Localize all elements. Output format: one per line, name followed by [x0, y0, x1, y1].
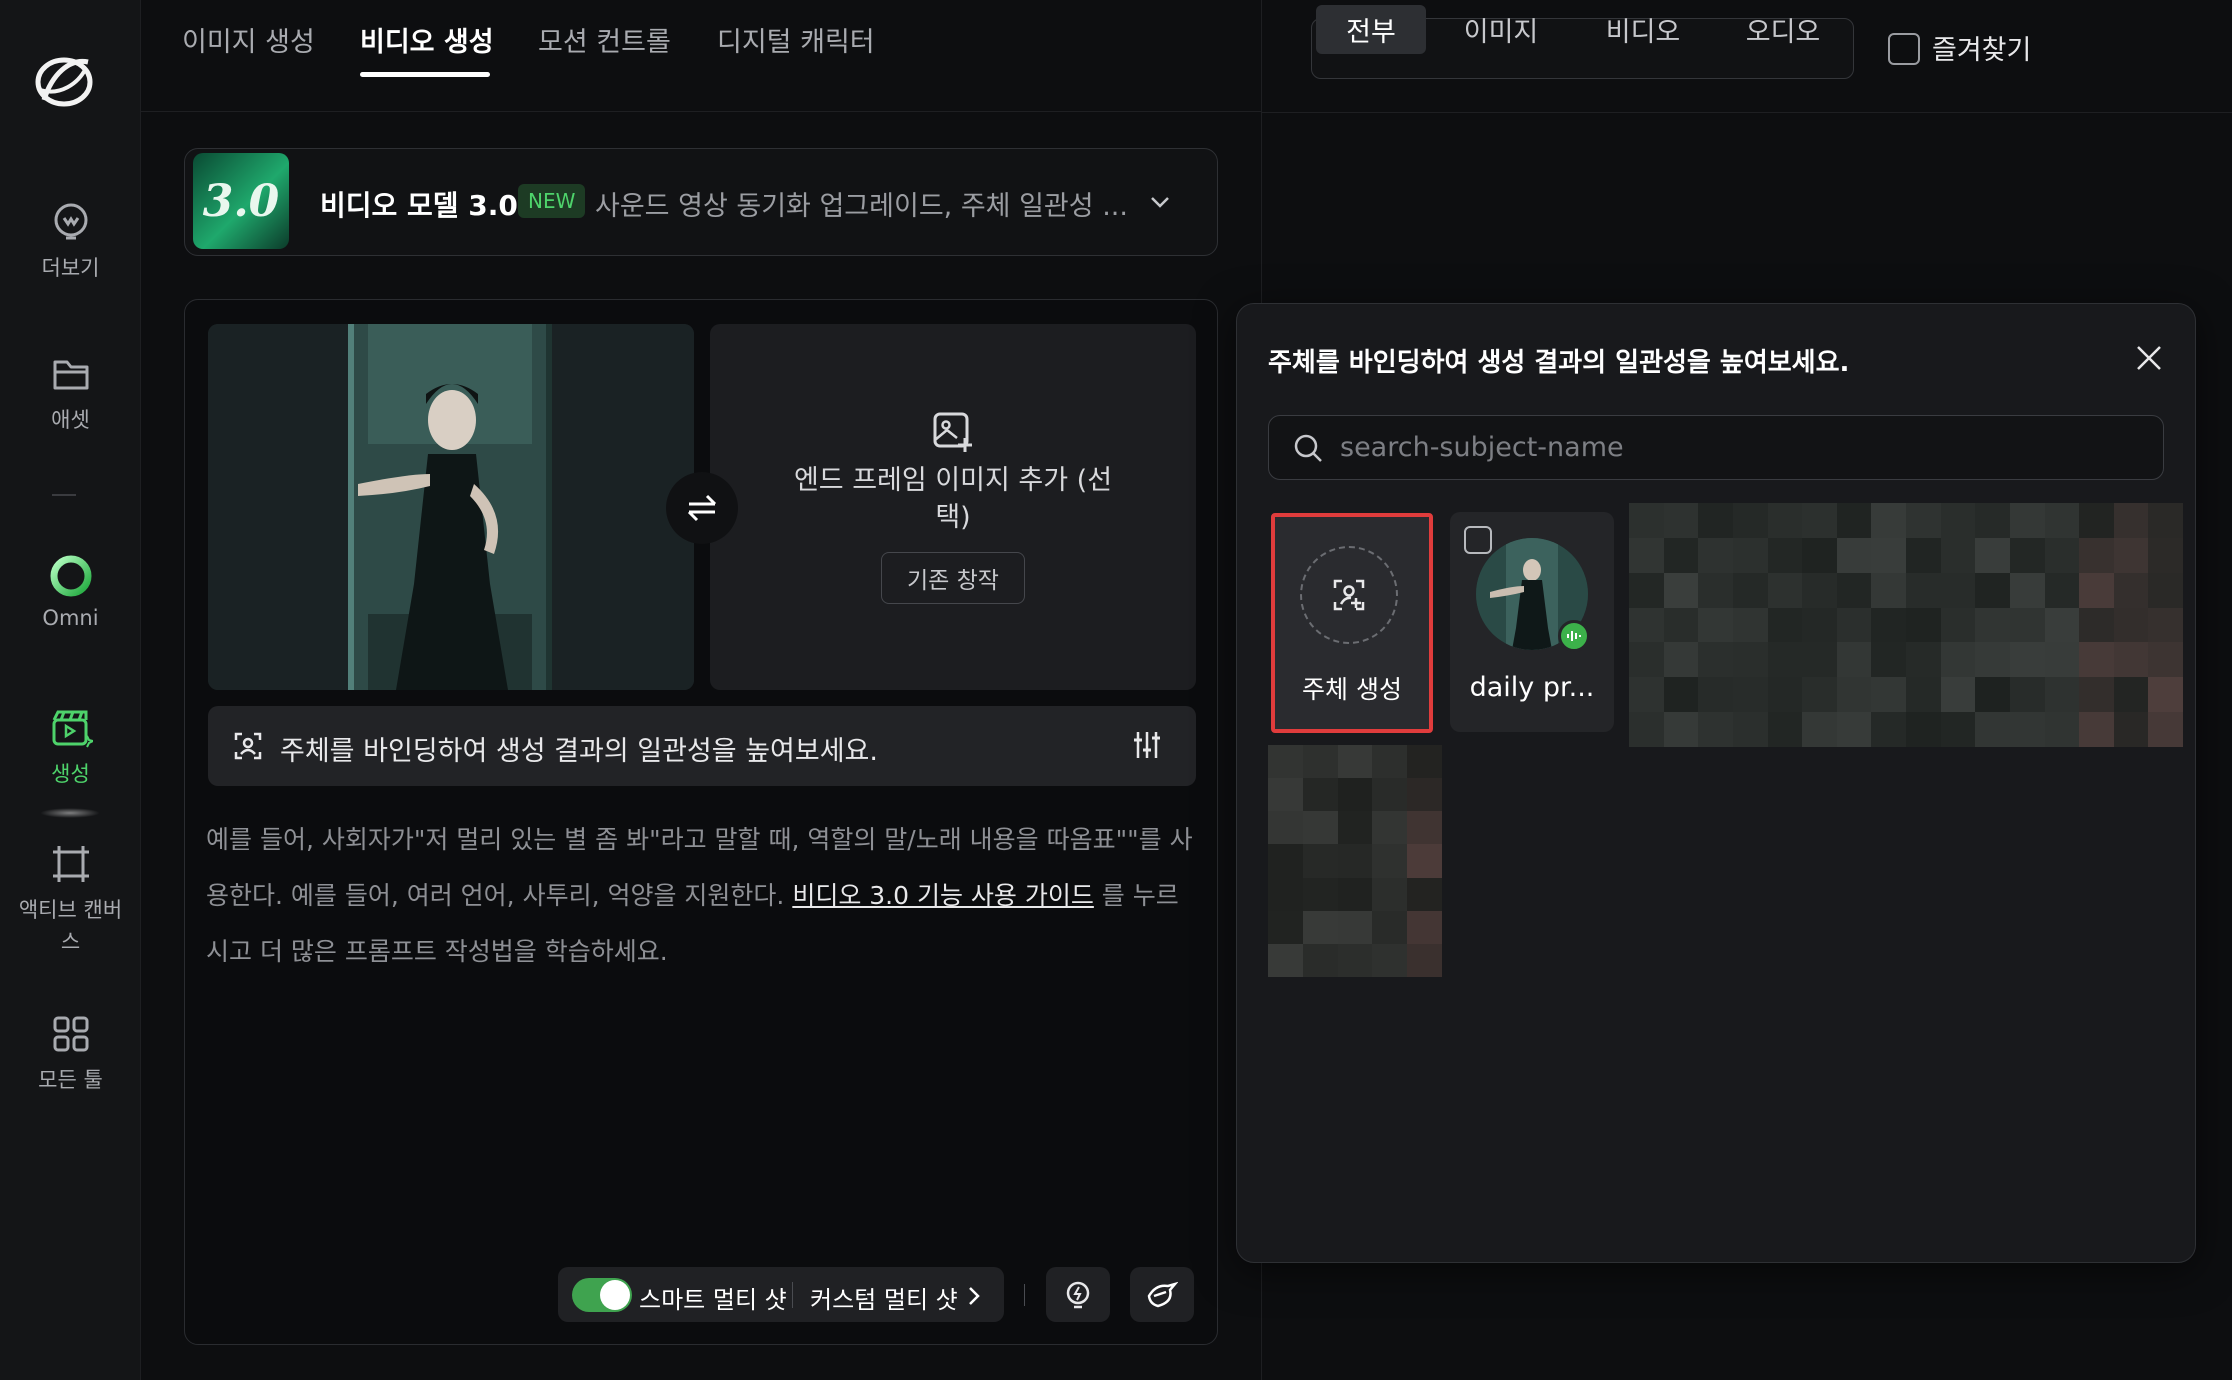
- tab-digital-character[interactable]: 디지털 캐릭터: [717, 20, 875, 59]
- sidebar-item-label: 애셋: [51, 408, 90, 432]
- prompt-placeholder[interactable]: 예를 들어, 사회자가"저 멀리 있는 별 좀 봐"라고 말할 때, 역할의 말…: [206, 812, 1196, 980]
- subject-bind-text: 주체를 바인딩하여 생성 결과의 일관성을 높여보세요.: [280, 736, 878, 767]
- blurred-subject-thumbnail[interactable]: [1629, 503, 2183, 747]
- inspiration-button[interactable]: [1046, 1267, 1110, 1322]
- tab-motion-control[interactable]: 모션 컨트롤: [538, 20, 671, 59]
- blurred-subject-thumbnail[interactable]: [1268, 745, 1442, 977]
- audio-badge: [1558, 620, 1590, 652]
- sidebar-item-all-tools[interactable]: 모든 툴: [0, 1012, 141, 1094]
- subject-name-label: daily pr...: [1469, 672, 1595, 703]
- filter-audio[interactable]: 오디오: [1720, 5, 1846, 54]
- sidebar-divider: [52, 494, 76, 496]
- favorites-checkbox[interactable]: [1888, 33, 1920, 65]
- toolbar-divider: [1024, 1284, 1025, 1306]
- active-tab-underline: [360, 72, 490, 77]
- end-frame-label: 엔드 프레임 이미지 추가 (선택): [793, 465, 1113, 533]
- custom-multishot-button[interactable]: 커스텀 멀티 샷: [810, 1280, 958, 1315]
- sidebar-item-label: 더보기: [41, 256, 100, 280]
- canvas-frame-icon: [52, 846, 89, 882]
- generate-button[interactable]: [1130, 1267, 1194, 1322]
- pixelated-preview: [1268, 745, 1442, 977]
- sidebar-item-assets[interactable]: 애셋: [0, 352, 141, 434]
- add-subject-icon: [1333, 579, 1365, 611]
- subject-bind-icon: [234, 732, 262, 760]
- model-name: 비디오 모델 3.0: [320, 189, 518, 222]
- results-divider: [1261, 112, 2232, 113]
- filter-all[interactable]: 전부: [1316, 5, 1426, 54]
- sidebar-item-omni[interactable]: Omni: [0, 554, 141, 630]
- create-subject-label: 주체 생성: [1302, 675, 1402, 704]
- subject-checkbox[interactable]: [1464, 526, 1492, 554]
- sidebar-item-label: Omni: [42, 606, 99, 630]
- chevron-right-icon[interactable]: [964, 1284, 984, 1308]
- folder-icon: [53, 360, 88, 390]
- add-image-icon: [933, 412, 972, 452]
- sidebar-item-label: 모든 툴: [38, 1068, 103, 1092]
- send-sparkle-icon: [1147, 1281, 1178, 1307]
- new-badge: NEW: [518, 184, 586, 218]
- chevron-down-icon[interactable]: [1148, 190, 1172, 214]
- toggle-knob: [600, 1280, 630, 1310]
- app-logo-icon[interactable]: [30, 44, 98, 120]
- lightbulb-icon: [54, 203, 87, 240]
- smart-multishot-label: 스마트 멀티 샷: [639, 1286, 787, 1314]
- guide-link[interactable]: 비디오 3.0 기능 사용 가이드: [792, 881, 1094, 910]
- settings-sliders-icon[interactable]: [1130, 728, 1164, 762]
- active-glow: [40, 808, 100, 818]
- audio-wave-icon: [1567, 631, 1581, 641]
- sidebar-item-more[interactable]: 더보기: [0, 200, 141, 282]
- swap-icon: [687, 494, 717, 522]
- grid-icon: [53, 1016, 88, 1052]
- clapperboard-icon: [52, 710, 93, 748]
- favorites-label[interactable]: 즐겨찾기: [1932, 28, 2031, 67]
- filter-video[interactable]: 비디오: [1580, 5, 1706, 54]
- search-icon: [1294, 434, 1322, 462]
- tab-image-generate[interactable]: 이미지 생성: [182, 20, 315, 59]
- existing-creation-button[interactable]: 기존 창작: [881, 552, 1025, 604]
- start-frame-image[interactable]: [208, 324, 694, 690]
- model-description: 사운드 영상 동기화 업그레이드, 주체 일관성 ...: [595, 191, 1128, 222]
- close-icon[interactable]: [2134, 343, 2164, 373]
- swap-frames-button[interactable]: [666, 472, 738, 544]
- start-frame-thumbnail: [208, 324, 694, 690]
- create-subject-circle: [1300, 546, 1398, 644]
- sidebar-item-active-canvas[interactable]: 액티브 캔버스: [0, 842, 141, 958]
- sidebar-item-generate[interactable]: 생성: [0, 706, 141, 788]
- sidebar-item-label: 액티브 캔버스: [18, 898, 123, 954]
- filter-image[interactable]: 이미지: [1438, 5, 1564, 54]
- tab-video-generate[interactable]: 비디오 생성: [360, 20, 494, 59]
- bulb-bolt-icon: [1066, 1281, 1090, 1308]
- omni-ring-icon: [50, 555, 91, 597]
- pixelated-preview: [1629, 503, 2183, 747]
- subject-search-input[interactable]: [1340, 422, 2140, 472]
- sidebar-item-label: 생성: [51, 762, 90, 786]
- popup-title: 주체를 바인딩하여 생성 결과의 일관성을 높여보세요.: [1268, 348, 1850, 378]
- pill-divider: [792, 1282, 793, 1308]
- model-badge: 3.0: [193, 153, 289, 249]
